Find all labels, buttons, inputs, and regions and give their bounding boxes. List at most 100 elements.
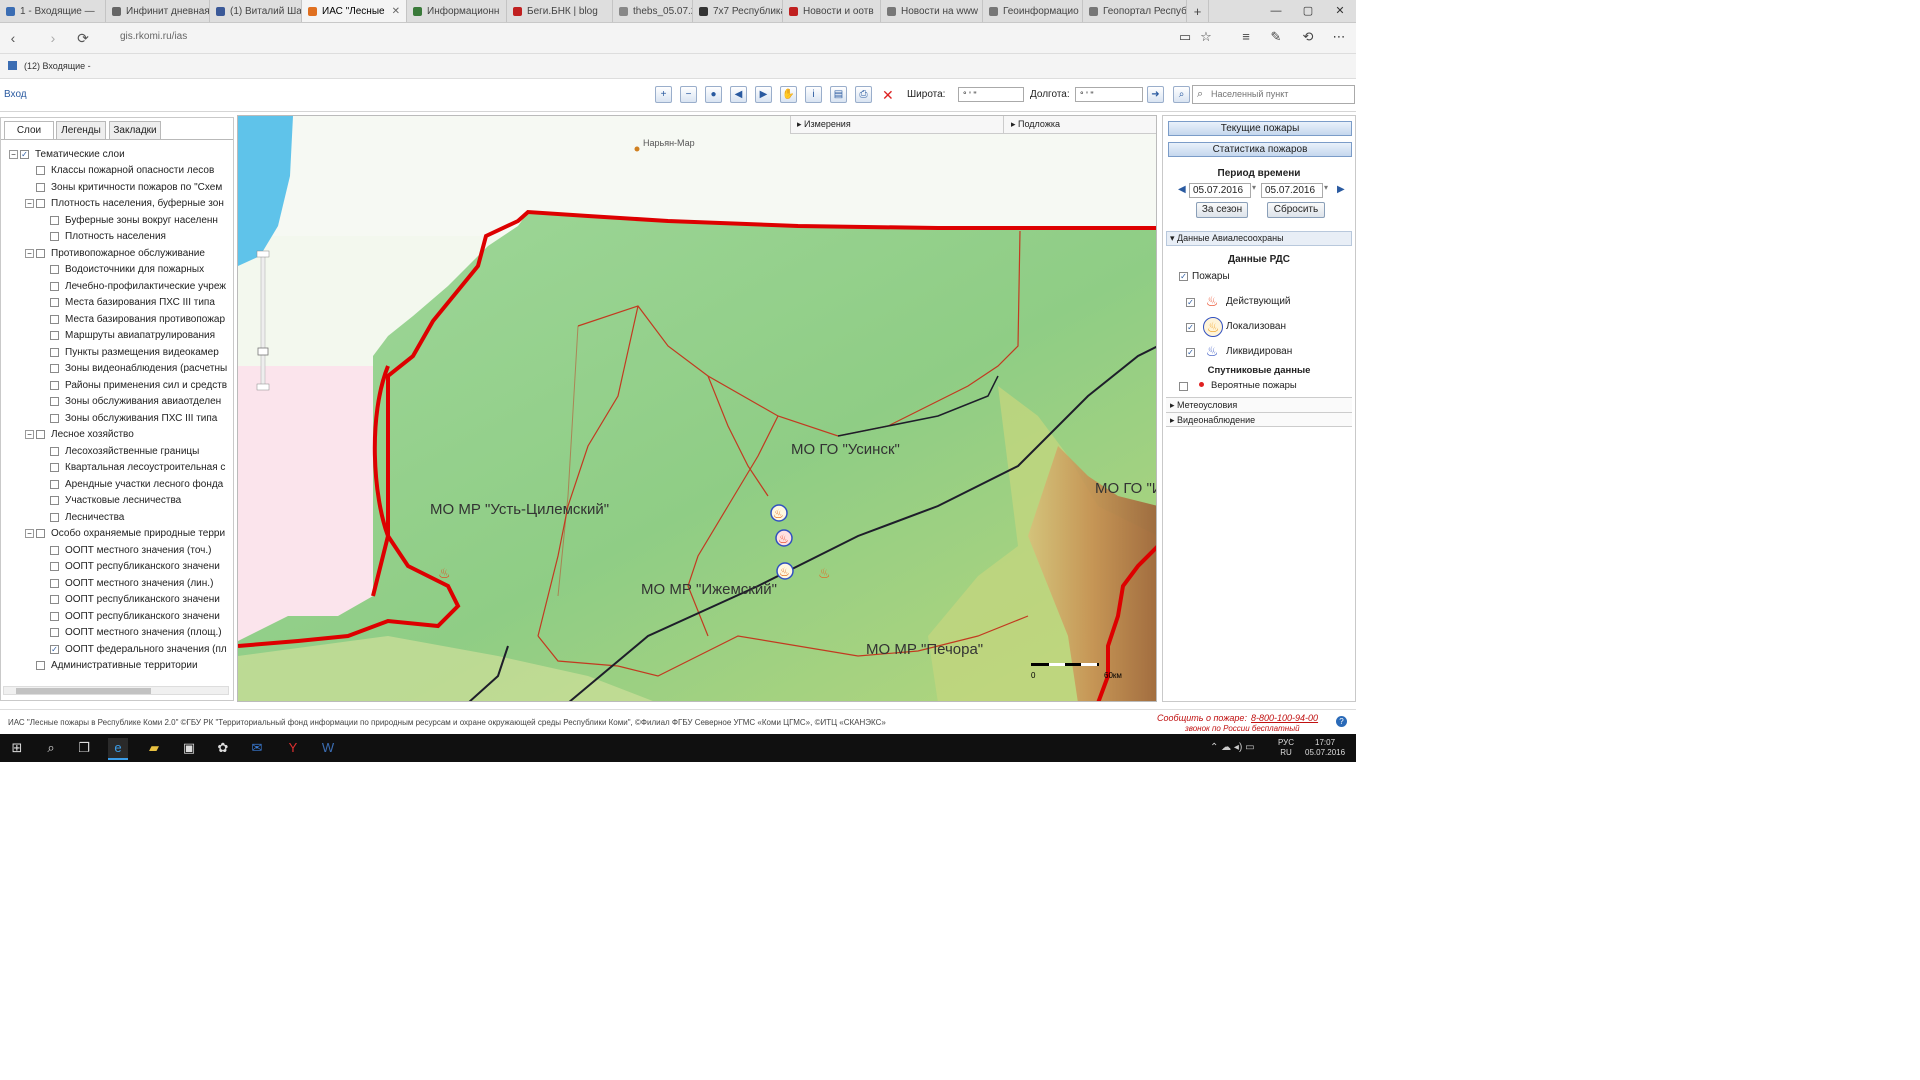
fire-type-checkbox[interactable]: ✓ [1186,348,1195,357]
fire-type-checkbox[interactable]: ✓ [1186,298,1195,307]
browser-tab[interactable]: 1 - Входящие — [0,0,106,22]
next-period-arrow-icon[interactable]: ▶ [1337,184,1345,195]
layer-tree-item[interactable]: Зоны обслуживания авиаотделен [9,394,227,411]
layer-tree-item[interactable]: ООПТ республиканского значени [9,559,227,576]
layer-checkbox[interactable] [50,215,59,225]
layer-tree-item[interactable]: − Особо охраняемые природные терри [9,526,227,543]
layer-checkbox[interactable] [50,298,59,308]
browser-tab[interactable]: Геоинформацио [983,0,1083,22]
layer-checkbox[interactable] [36,248,45,258]
help-icon[interactable]: ? [1336,716,1347,727]
layer-tree-item[interactable]: ООПТ местного значения (лин.) [9,575,227,592]
layer-tree-item[interactable]: ✓ ООПТ федерального значения (пл [9,641,227,658]
clear-icon[interactable]: ✕ [882,87,894,104]
layer-checkbox[interactable] [50,232,59,242]
print-icon[interactable]: ⎙ [855,86,872,103]
collapse-toggle-icon[interactable]: − [25,430,34,440]
layer-tree-item[interactable]: Лесничества [9,509,227,526]
layer-checkbox[interactable] [50,562,59,572]
layer-checkbox[interactable] [50,496,59,506]
layer-tree-item[interactable]: − Плотность населения, буферные зон [9,196,227,213]
forward-extent-icon[interactable]: ▶ [755,86,772,103]
layer-tree-item[interactable]: Участковые лесничества [9,493,227,510]
layer-tree-item[interactable]: Зоны критичности пожаров по "Схем [9,179,227,196]
layer-checkbox[interactable] [36,430,45,440]
layer-checkbox[interactable] [50,628,59,638]
measure-dropdown[interactable]: ▸ Измерения [797,119,851,130]
browser-tab[interactable]: ИАС "Лесные ✕ [302,0,407,22]
layer-checkbox[interactable] [50,512,59,522]
browser-tab[interactable]: Новости на www [881,0,983,22]
layer-checkbox[interactable] [36,166,45,176]
layer-checkbox[interactable] [50,545,59,555]
forward-icon[interactable]: › [44,29,62,47]
language-indicator[interactable]: РУС RU [1278,738,1294,758]
phone-link[interactable]: 8-800-100-94-00 [1251,713,1318,723]
layer-checkbox[interactable] [50,413,59,423]
layer-tree-item[interactable]: Плотность населения [9,229,227,246]
browser-tab[interactable]: Беги.БНК | blog [507,0,613,22]
horizontal-scrollbar[interactable] [3,686,229,695]
layer-checkbox[interactable] [50,611,59,621]
layer-tree-item[interactable]: − Лесное хозяйство [9,427,227,444]
zoom-slider-handle[interactable] [257,347,269,356]
settlement-marker[interactable] [634,146,640,152]
edge-browser-icon[interactable]: e [108,738,128,760]
aviation-section-header[interactable]: ▾ Данные Авиалесоохраны [1166,231,1352,246]
store-icon[interactable]: ▣ [179,738,199,758]
layer-tree-item[interactable]: Пункты размещения видеокамер [9,344,227,361]
collapse-toggle-icon[interactable]: − [9,149,18,159]
basemap-dropdown[interactable]: ▸ Подложка [1011,119,1060,130]
fire-marker-active[interactable]: ♨ [775,529,793,547]
search-icon[interactable]: ⌕ [41,738,61,758]
layer-checkbox[interactable] [36,661,45,671]
layer-tree-item[interactable]: Водоисточники для пожарных [9,262,227,279]
windows-start-icon[interactable]: ⊞ [7,738,27,758]
layer-tree-item[interactable]: Классы пожарной опасности лесов [9,163,227,180]
settlement-search-icon[interactable]: ⌕ [1173,86,1190,103]
settlement-search-input[interactable] [1211,87,1349,101]
layer-tree-item[interactable]: Буферные зоны вокруг населенн [9,212,227,229]
layer-tree-item[interactable]: Места базирования ПХС III типа [9,295,227,312]
settlement-search-box[interactable]: ⌕ [1192,85,1355,104]
map-view[interactable]: Нарьян-Мар МО ГО "Усинск" МО МР "Усть-Ци… [237,115,1157,702]
fire-marker-active[interactable]: ♨ [438,565,451,581]
layer-checkbox[interactable] [50,281,59,291]
layer-checkbox[interactable] [36,529,45,539]
browser-tab[interactable]: (1) Виталий Шахо [210,0,302,22]
zoom-in-icon[interactable]: + [655,86,672,103]
layer-checkbox[interactable]: ✓ [50,644,59,654]
goto-coords-icon[interactable]: ➜ [1147,86,1164,103]
globe-icon[interactable]: ● [705,86,722,103]
tray-icons[interactable]: ⌃ ☁ ◂) ▭ [1210,742,1255,753]
meteo-section-header[interactable]: ▸ Метеоусловия [1166,397,1352,412]
share-icon[interactable]: ⟲ [1299,29,1317,45]
date-from-dropdown-icon[interactable]: ▾ [1252,183,1256,192]
close-window-button[interactable]: ✕ [1324,0,1356,22]
layer-tree-item[interactable]: Места базирования противопожар [9,311,227,328]
reading-view-icon[interactable]: ▭ [1176,29,1194,45]
scrollbar-thumb[interactable] [16,688,151,694]
layer-checkbox[interactable] [50,364,59,374]
pan-hand-icon[interactable]: ✋ [780,86,797,103]
close-tab-icon[interactable]: ✕ [386,6,400,17]
zoom-slider-bottom[interactable] [256,383,270,391]
layer-checkbox[interactable] [50,595,59,605]
fire-marker-active[interactable]: ♨ [818,565,831,581]
layer-checkbox[interactable] [50,578,59,588]
layer-tree-item[interactable]: Лечебно-профилактические учреж [9,278,227,295]
date-to-input[interactable]: 05.07.2016 [1261,183,1323,198]
zoom-slider[interactable] [260,253,266,390]
layer-checkbox[interactable] [50,479,59,489]
collapse-toggle-icon[interactable]: − [25,529,34,539]
layer-tree-item[interactable]: − Противопожарное обслуживание [9,245,227,262]
prev-period-arrow-icon[interactable]: ◀ [1178,184,1186,195]
layer-checkbox[interactable] [50,314,59,324]
layer-tree-item[interactable]: ООПТ республиканского значени [9,608,227,625]
collapse-toggle-icon[interactable]: − [25,248,34,258]
url-field[interactable]: gis.rkomi.ru/ias [120,31,187,42]
tab-legends[interactable]: Легенды [56,121,106,139]
tab-bookmarks[interactable]: Закладки [109,121,161,139]
export-icon[interactable]: ▤ [830,86,847,103]
layer-checkbox[interactable] [50,347,59,357]
